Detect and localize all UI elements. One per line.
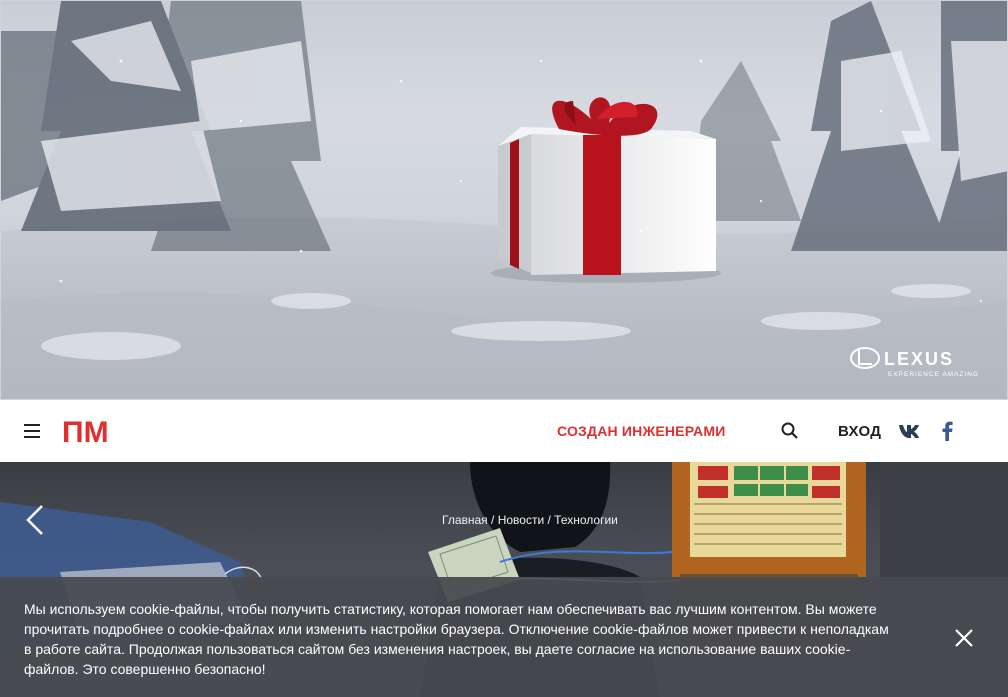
lexus-logo[interactable]: LEXUS EXPERIENCE AMAZING: [850, 345, 985, 381]
search-icon[interactable]: [780, 421, 800, 441]
vk-icon[interactable]: [898, 422, 920, 440]
close-icon[interactable]: [954, 628, 974, 648]
cookie-notice-text: Мы используем cookie-файлы, чтобы получи…: [24, 601, 889, 677]
breadcrumb-separator: /: [487, 513, 498, 527]
logo-text: ПМ: [62, 417, 109, 445]
breadcrumb-separator: /: [544, 513, 555, 527]
breadcrumb: Главная / Новости / Технологии: [442, 513, 618, 527]
hamburger-menu-icon[interactable]: [24, 424, 40, 438]
chevron-left-icon[interactable]: [24, 504, 46, 536]
site-slogan[interactable]: СОЗДАН ИНЖЕНЕРАМИ: [557, 423, 725, 439]
cookie-banner: Мы используем cookie-файлы, чтобы получи…: [0, 577, 1008, 697]
site-header: ПМ СОЗДАН ИНЖЕНЕРАМИ ВХОД: [0, 400, 1008, 462]
breadcrumb-category[interactable]: Технологии: [554, 513, 618, 527]
winter-scene-image: [1, 1, 1007, 399]
site-logo[interactable]: ПМ: [62, 417, 118, 445]
breadcrumb-news[interactable]: Новости: [498, 513, 544, 527]
breadcrumb-home[interactable]: Главная: [442, 513, 488, 527]
ad-banner[interactable]: LEXUS EXPERIENCE AMAZING: [0, 0, 1008, 400]
gift-box-icon: [491, 97, 721, 283]
facebook-icon[interactable]: [940, 421, 954, 441]
login-button[interactable]: ВХОД: [838, 423, 881, 440]
lexus-wordmark: LEXUS: [884, 349, 954, 369]
lexus-tagline: EXPERIENCE AMAZING: [888, 371, 979, 378]
